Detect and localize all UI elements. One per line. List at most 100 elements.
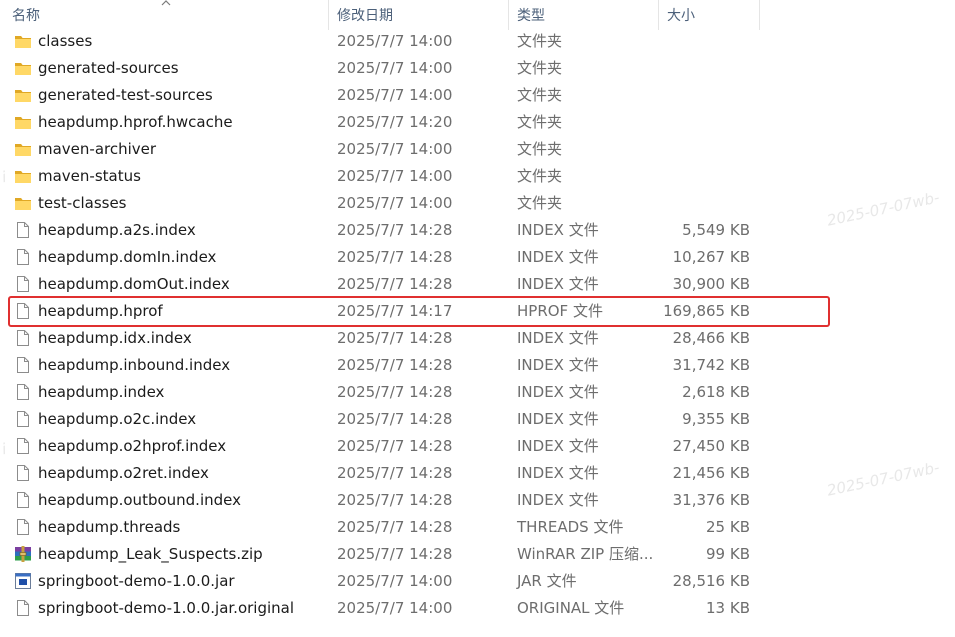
folder-icon [14,140,32,158]
folder-icon [14,167,32,185]
column-header-bar: 名称 修改日期 类型 大小 [0,0,955,30]
column-divider[interactable] [759,0,760,30]
file-row[interactable]: heapdump.outbound.index 2025/7/7 14:28 IND… [0,487,955,514]
column-header-type-label: 类型 [517,8,545,24]
file-row[interactable]: heapdump.o2c.index 2025/7/7 14:28 INDEX 文件… [0,406,955,433]
file-icon [14,599,32,617]
file-type: INDEX 文件 [517,275,599,293]
file-row[interactable]: heapdump.domIn.index 2025/7/7 14:28 INDEX … [0,244,955,271]
file-name: heapdump.hprof [38,302,163,320]
jar-icon [14,572,32,590]
folder-icon [14,113,32,131]
file-row[interactable]: heapdump.a2s.index 2025/7/7 14:28 INDEX 文件… [0,217,955,244]
column-header-size[interactable]: 大小 [667,0,759,30]
file-row[interactable]: heapdump.o2hprof.index 2025/7/7 14:28 INDE… [0,433,955,460]
column-divider[interactable] [328,0,329,30]
file-type: JAR 文件 [517,572,577,590]
file-type: WinRAR ZIP 压缩... [517,545,654,563]
file-modified-date: 2025/7/7 14:28 [337,518,453,536]
file-icon [14,302,32,320]
sort-ascending-icon [161,0,171,6]
file-size: 9,355 KB [682,410,750,428]
file-row[interactable]: classes 2025/7/7 14:00 文件夹 [0,28,955,55]
file-icon [14,248,32,266]
file-type: 文件夹 [517,86,563,104]
column-divider[interactable] [508,0,509,30]
column-header-size-label: 大小 [667,8,695,24]
file-modified-date: 2025/7/7 14:00 [337,32,453,50]
file-row[interactable]: generated-sources 2025/7/7 14:00 文件夹 [0,55,955,82]
file-type: 文件夹 [517,113,563,131]
file-name: heapdump.o2ret.index [38,464,209,482]
file-size: 30,900 KB [672,275,750,293]
file-name: generated-test-sources [38,86,213,104]
file-size: 99 KB [706,545,750,563]
file-name: heapdump.outbound.index [38,491,241,509]
file-modified-date: 2025/7/7 14:28 [337,275,453,293]
file-row[interactable]: heapdump_Leak_Suspects.zip 2025/7/7 14:28… [0,541,955,568]
file-modified-date: 2025/7/7 14:17 [337,302,453,320]
file-icon [14,329,32,347]
file-row[interactable]: springboot-demo-1.0.0.jar.original 2025/7… [0,595,955,622]
file-icon [14,437,32,455]
file-name: generated-sources [38,59,179,77]
file-icon [14,518,32,536]
folder-icon [14,194,32,212]
column-header-date[interactable]: 修改日期 [337,0,507,30]
file-row[interactable]: heapdump.index 2025/7/7 14:28 INDEX 文件 2,61… [0,379,955,406]
column-header-type[interactable]: 类型 [517,0,657,30]
file-type: INDEX 文件 [517,248,599,266]
column-header-name-label: 名称 [12,8,40,24]
file-name: heapdump.domOut.index [38,275,230,293]
file-type: 文件夹 [517,194,563,212]
file-size: 5,549 KB [682,221,750,239]
file-row[interactable]: test-classes 2025/7/7 14:00 文件夹 [0,190,955,217]
file-modified-date: 2025/7/7 14:00 [337,59,453,77]
file-type: HPROF 文件 [517,302,603,320]
file-name: heapdump.hprof.hwcache [38,113,233,131]
file-row[interactable]: heapdump.hprof 2025/7/7 14:17 HPROF 文件 169,… [0,298,955,325]
file-type: INDEX 文件 [517,383,599,401]
file-type: 文件夹 [517,59,563,77]
file-icon [14,410,32,428]
file-size: 27,450 KB [672,437,750,455]
file-modified-date: 2025/7/7 14:28 [337,248,453,266]
file-modified-date: 2025/7/7 14:20 [337,113,453,131]
folder-icon [14,86,32,104]
file-row[interactable]: springboot-demo-1.0.0.jar 2025/7/7 14:00 J… [0,568,955,595]
file-row[interactable]: heapdump.threads 2025/7/7 14:28 THREADS 文件… [0,514,955,541]
file-type: INDEX 文件 [517,356,599,374]
file-modified-date: 2025/7/7 14:28 [337,464,453,482]
file-size: 10,267 KB [672,248,750,266]
column-header-date-label: 修改日期 [337,8,393,24]
file-row[interactable]: heapdump.idx.index 2025/7/7 14:28 INDEX 文件… [0,325,955,352]
file-row[interactable]: heapdump.hprof.hwcache 2025/7/7 14:20 文件夹 [0,109,955,136]
file-row[interactable]: heapdump.o2ret.index 2025/7/7 14:28 INDEX … [0,460,955,487]
file-name: springboot-demo-1.0.0.jar [38,572,235,590]
file-modified-date: 2025/7/7 14:00 [337,167,453,185]
file-type: 文件夹 [517,140,563,158]
file-modified-date: 2025/7/7 14:28 [337,437,453,455]
file-name: heapdump.o2hprof.index [38,437,227,455]
file-size: 28,466 KB [672,329,750,347]
column-divider[interactable] [658,0,659,30]
file-icon [14,383,32,401]
file-row[interactable]: generated-test-sources 2025/7/7 14:00 文件夹 [0,82,955,109]
file-size: 169,865 KB [663,302,750,320]
file-row[interactable]: heapdump.inbound.index 2025/7/7 14:28 INDE… [0,352,955,379]
file-modified-date: 2025/7/7 14:28 [337,383,453,401]
folder-icon [14,32,32,50]
file-name: heapdump.a2s.index [38,221,196,239]
file-type: INDEX 文件 [517,464,599,482]
file-name: maven-archiver [38,140,157,158]
file-type: 文件夹 [517,167,563,185]
file-modified-date: 2025/7/7 14:00 [337,86,453,104]
file-row[interactable]: maven-status 2025/7/7 14:00 文件夹 [0,163,955,190]
file-row[interactable]: maven-archiver 2025/7/7 14:00 文件夹 [0,136,955,163]
file-modified-date: 2025/7/7 14:00 [337,599,453,617]
file-name: heapdump.domIn.index [38,248,217,266]
file-name: heapdump.inbound.index [38,356,231,374]
file-modified-date: 2025/7/7 14:00 [337,572,453,590]
file-row[interactable]: heapdump.domOut.index 2025/7/7 14:28 INDEX… [0,271,955,298]
file-icon [14,221,32,239]
